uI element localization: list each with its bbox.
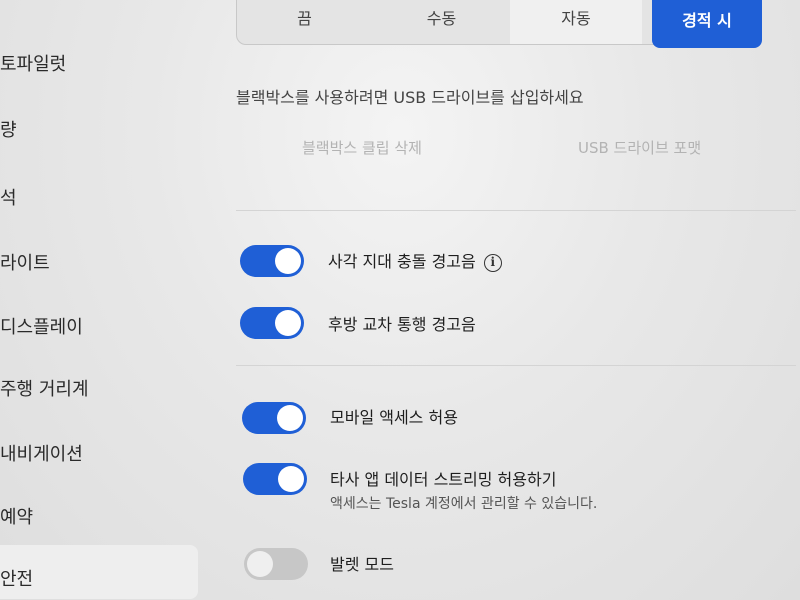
toggle-knob <box>247 551 273 577</box>
dashcam-usb-note: 블랙박스를 사용하려면 USB 드라이브를 삽입하세요 <box>236 88 584 107</box>
toggle-knob <box>278 466 304 492</box>
third-party-streaming-toggle[interactable] <box>243 463 307 495</box>
valet-mode-label: 발렛 모드 <box>330 555 394 574</box>
sidebar-item-odometer[interactable]: 주행 거리계 <box>0 375 89 401</box>
sidebar-item-navigation[interactable]: 내비게이션 <box>0 440 83 466</box>
sidebar-item-display[interactable]: 디스플레이 <box>0 313 83 339</box>
mobile-access-label: 모바일 액세스 허용 <box>330 408 458 427</box>
mobile-access-toggle[interactable] <box>242 402 306 434</box>
blind-spot-row: 사각 지대 충돌 경고음 i <box>328 248 502 272</box>
sidebar-item-vehicle[interactable]: 량 <box>0 116 17 142</box>
dashcam-option-manual[interactable]: 수동 <box>373 0 510 44</box>
info-icon[interactable]: i <box>483 253 502 272</box>
rear-cross-traffic-toggle[interactable] <box>240 307 304 339</box>
third-party-streaming-sublabel: 액세스는 Tesla 계정에서 관리할 수 있습니다. <box>330 496 598 512</box>
sidebar-item-lights[interactable]: 라이트 <box>0 249 50 275</box>
blind-spot-label: 사각 지대 충돌 경고음 <box>328 252 476 271</box>
third-party-streaming-label: 타사 앱 데이터 스트리밍 허용하기 <box>330 470 557 489</box>
format-usb-button[interactable]: USB 드라이브 포맷 <box>578 137 701 158</box>
dashcam-option-honk[interactable]: 경적 시 <box>652 0 762 48</box>
sidebar-item-seats[interactable]: 석 <box>0 184 17 210</box>
sidebar-item-schedule[interactable]: 예약 <box>0 503 33 529</box>
toggle-knob <box>275 310 301 336</box>
sidebar-item-safety[interactable]: 안전 <box>0 565 33 591</box>
delete-clips-button[interactable]: 블랙박스 클립 삭제 <box>302 137 422 158</box>
toggle-knob <box>275 248 301 274</box>
divider <box>236 365 796 366</box>
rear-cross-traffic-label: 후방 교차 통행 경고음 <box>328 315 476 334</box>
blind-spot-toggle[interactable] <box>240 245 304 277</box>
toggle-knob <box>277 405 303 431</box>
valet-mode-toggle[interactable] <box>244 548 308 580</box>
sidebar-item-autopilot[interactable]: 토파일럿 <box>0 50 66 76</box>
dashcam-option-auto[interactable]: 자동 <box>510 0 642 44</box>
divider <box>236 210 796 211</box>
dashcam-option-off[interactable]: 끔 <box>236 0 373 44</box>
